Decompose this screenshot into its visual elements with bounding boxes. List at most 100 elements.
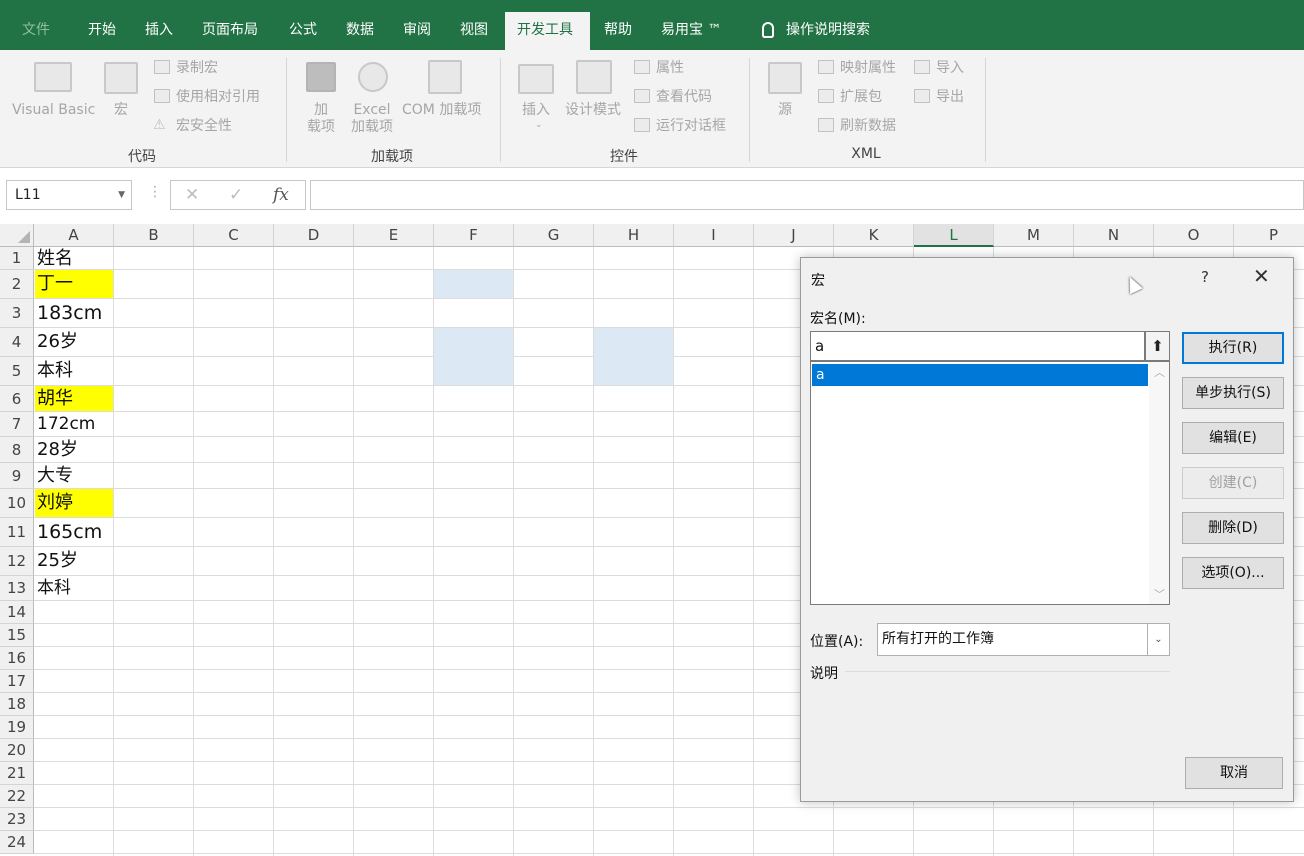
column-header-g[interactable]: G — [514, 224, 594, 247]
row-header-17[interactable]: 17 — [0, 670, 34, 693]
column-header-f[interactable]: F — [434, 224, 514, 247]
column-header-n[interactable]: N — [1074, 224, 1154, 247]
run-button[interactable]: 执行(R) — [1182, 332, 1284, 364]
com-addins-button[interactable]: COM 加载项 — [402, 102, 481, 119]
help-button[interactable]: ? — [1201, 268, 1209, 286]
visual-basic-button[interactable]: Visual Basic — [12, 102, 95, 119]
cancel-x-icon[interactable]: ✕ — [185, 185, 199, 205]
row-header-13[interactable]: 13 — [0, 576, 34, 601]
column-header-c[interactable]: C — [194, 224, 274, 247]
cell-a6[interactable]: 胡华 — [35, 386, 113, 411]
column-header-i[interactable]: I — [674, 224, 754, 247]
macros-button[interactable]: 宏 — [114, 102, 128, 119]
row-header-3[interactable]: 3 — [0, 299, 34, 328]
row-header-6[interactable]: 6 — [0, 386, 34, 412]
row-header-19[interactable]: 19 — [0, 716, 34, 739]
column-header-j[interactable]: J — [754, 224, 834, 247]
tell-me-search[interactable]: 操作说明搜索 — [750, 12, 882, 50]
macro-name-input[interactable]: a — [810, 331, 1145, 361]
view-code-button[interactable]: 查看代码 — [656, 89, 712, 106]
column-header-p[interactable]: P — [1234, 224, 1304, 247]
xml-source-button[interactable]: 源 — [778, 102, 792, 119]
create-button[interactable]: 创建(C) — [1182, 467, 1284, 499]
options-button[interactable]: 选项(O)... — [1182, 557, 1284, 589]
row-header-15[interactable]: 15 — [0, 624, 34, 647]
row-header-24[interactable]: 24 — [0, 831, 34, 854]
tab-view[interactable]: 视图 — [448, 12, 500, 50]
row-header-9[interactable]: 9 — [0, 463, 34, 489]
run-dialog-button[interactable]: 运行对话框 — [656, 118, 726, 135]
row-header-11[interactable]: 11 — [0, 518, 34, 547]
shaded-cell-h4-h5[interactable] — [594, 328, 673, 385]
tab-easyuse[interactable]: 易用宝 ™ — [649, 12, 733, 50]
row-header-1[interactable]: 1 — [0, 247, 34, 270]
step-into-button[interactable]: 单步执行(S) — [1182, 377, 1284, 409]
tab-developer[interactable]: 开发工具 — [505, 12, 590, 50]
insert-control-button[interactable]: 插入 — [522, 102, 550, 119]
tab-formulas[interactable]: 公式 — [277, 12, 329, 50]
row-header-18[interactable]: 18 — [0, 693, 34, 716]
row-header-4[interactable]: 4 — [0, 328, 34, 357]
tab-page-layout[interactable]: 页面布局 — [190, 12, 270, 50]
row-header-16[interactable]: 16 — [0, 647, 34, 670]
row-header-8[interactable]: 8 — [0, 437, 34, 463]
delete-button[interactable]: 删除(D) — [1182, 512, 1284, 544]
column-header-b[interactable]: B — [114, 224, 194, 247]
column-header-m[interactable]: M — [994, 224, 1074, 247]
macro-security-button[interactable]: 宏安全性 — [176, 118, 232, 135]
list-scrollbar[interactable] — [1149, 362, 1169, 604]
macro-list-item[interactable]: a — [812, 364, 1148, 386]
relative-reference-button[interactable]: 使用相对引用 — [176, 89, 260, 106]
tab-review[interactable]: 审阅 — [391, 12, 443, 50]
column-header-o[interactable]: O — [1154, 224, 1234, 247]
row-header-10[interactable]: 10 — [0, 489, 34, 518]
edit-button[interactable]: 编辑(E) — [1182, 422, 1284, 454]
excel-addins-button[interactable]: Excel 加载项 — [351, 102, 393, 136]
select-all-corner[interactable] — [0, 224, 34, 247]
close-icon[interactable]: ✕ — [1253, 264, 1270, 288]
cell-a2[interactable]: 丁一 — [35, 270, 113, 298]
row-header-20[interactable]: 20 — [0, 739, 34, 762]
tab-data[interactable]: 数据 — [334, 12, 386, 50]
record-macro-button[interactable]: 录制宏 — [176, 60, 218, 77]
tab-file[interactable]: 文件 — [10, 12, 62, 50]
refresh-data-button[interactable]: 刷新数据 — [840, 118, 896, 135]
tab-insert[interactable]: 插入 — [133, 12, 185, 50]
cell-a12[interactable]: 25岁 — [35, 547, 113, 575]
column-header-k[interactable]: K — [834, 224, 914, 247]
cell-a11[interactable]: 165cm — [35, 518, 113, 546]
scroll-up-icon[interactable]: ︿ — [1154, 364, 1165, 380]
design-mode-button[interactable]: 设计模式 — [565, 102, 621, 119]
cancel-button[interactable]: 取消 — [1185, 757, 1283, 789]
cell-a8[interactable]: 28岁 — [35, 437, 113, 462]
cell-a5[interactable]: 本科 — [35, 357, 113, 385]
column-header-h[interactable]: H — [594, 224, 674, 247]
map-properties-button[interactable]: 映射属性 — [840, 60, 896, 77]
cell-a1[interactable]: 姓名 — [35, 248, 113, 270]
row-header-5[interactable]: 5 — [0, 357, 34, 386]
row-header-7[interactable]: 7 — [0, 412, 34, 437]
import-button[interactable]: 导入 — [936, 60, 964, 77]
row-header-21[interactable]: 21 — [0, 762, 34, 785]
row-header-23[interactable]: 23 — [0, 808, 34, 831]
cell-a7[interactable]: 172cm — [35, 412, 113, 436]
scroll-down-icon[interactable]: ﹀ — [1154, 586, 1165, 602]
row-header-14[interactable]: 14 — [0, 601, 34, 624]
column-header-e[interactable]: E — [354, 224, 434, 247]
row-header-22[interactable]: 22 — [0, 785, 34, 808]
location-select[interactable]: 所有打开的工作簿 ⌄ — [877, 623, 1170, 656]
properties-button[interactable]: 属性 — [656, 60, 684, 77]
cell-a10[interactable]: 刘婷 — [35, 489, 113, 517]
shaded-cell-f4-f5[interactable] — [434, 328, 513, 385]
confirm-check-icon[interactable]: ✓ — [229, 185, 243, 205]
cell-a4[interactable]: 26岁 — [35, 328, 113, 356]
column-header-l[interactable]: L — [914, 224, 994, 247]
cell-a3[interactable]: 183cm — [35, 299, 113, 327]
macro-list[interactable]: a ︿ ﹀ — [810, 361, 1170, 605]
row-header-2[interactable]: 2 — [0, 270, 34, 299]
collapse-dialog-button[interactable]: ⬆ — [1145, 331, 1170, 361]
tab-help[interactable]: 帮助 — [592, 12, 644, 50]
cell-a13[interactable]: 本科 — [35, 576, 113, 600]
shaded-cell-f2[interactable] — [434, 270, 513, 298]
tab-home[interactable]: 开始 — [76, 12, 128, 50]
